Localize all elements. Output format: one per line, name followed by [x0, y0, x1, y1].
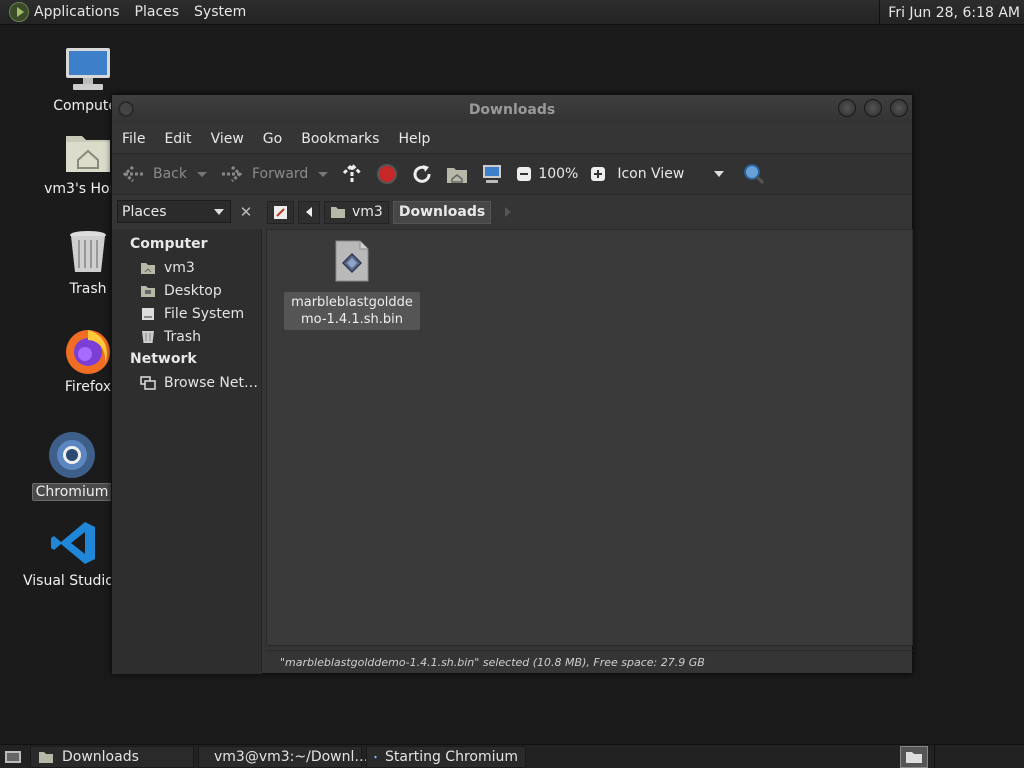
top-panel: Applications Places System Fri Jun 28, 6…: [0, 0, 1024, 25]
menu-bookmarks[interactable]: Bookmarks: [301, 131, 379, 147]
home-button[interactable]: [446, 164, 468, 184]
window-title: Downloads: [468, 101, 556, 118]
breadcrumb: vm3 Downloads: [267, 195, 512, 229]
window-menu-button[interactable]: [118, 101, 134, 117]
zoom-out-button[interactable]: [516, 166, 532, 182]
stop-button[interactable]: [376, 163, 398, 185]
sidebar-item-desktop[interactable]: Desktop: [112, 279, 261, 302]
stop-icon: [377, 164, 398, 184]
clock[interactable]: Fri Jun 28, 6:18 AM: [879, 0, 1024, 25]
status-bar: "marbleblastgolddemo-1.4.1.sh.bin" selec…: [266, 650, 913, 673]
menu-file[interactable]: File: [122, 131, 145, 147]
sidebar-item-browse-network[interactable]: Browse Net…: [112, 371, 261, 394]
computer-icon: [63, 45, 113, 95]
vscode-icon: [49, 520, 99, 570]
computer-button[interactable]: [481, 163, 503, 185]
trash-icon: [63, 228, 113, 278]
forward-button[interactable]: Forward: [220, 164, 329, 184]
sidebar-item-vm3[interactable]: vm3: [112, 256, 261, 279]
task-terminal[interactable]: vm3@vm3:~/Downl…: [198, 745, 368, 768]
file-view[interactable]: marbleblastgolddemo-1.4.1.sh.bin: [266, 229, 913, 646]
pane-header-row: Places ✕ vm3 Downloads: [112, 195, 912, 229]
menubar: File Edit View Go Bookmarks Help: [112, 124, 912, 153]
home-folder-icon: [331, 207, 345, 218]
drive-icon: [142, 307, 154, 320]
back-history-dropdown[interactable]: [197, 171, 207, 177]
chevron-down-icon: [214, 208, 224, 215]
folder-icon: [39, 751, 53, 763]
search-button[interactable]: [743, 163, 765, 185]
sidebar-item-file-system[interactable]: File System: [112, 302, 261, 325]
close-side-pane-button[interactable]: ✕: [235, 200, 257, 223]
maximize-button[interactable]: [864, 99, 882, 117]
close-icon: ✕: [239, 202, 253, 221]
toolbar: Back Forward 100% Icon View: [112, 153, 912, 195]
view-mode-select[interactable]: Icon View: [617, 166, 725, 182]
reload-icon: [413, 165, 431, 183]
trash-icon: [142, 330, 154, 343]
applications-menu[interactable]: Applications: [34, 4, 120, 20]
desktop-folder-icon: [141, 285, 155, 297]
task-downloads[interactable]: Downloads: [30, 745, 194, 768]
menu-help[interactable]: Help: [398, 131, 430, 147]
folder-icon: [906, 752, 922, 763]
close-button[interactable]: [890, 99, 908, 117]
search-icon: [744, 164, 765, 185]
menu-edit[interactable]: Edit: [164, 131, 191, 147]
task-chromium[interactable]: Starting Chromium: [366, 745, 526, 768]
chevron-down-icon: [714, 171, 725, 177]
computer-icon: [483, 165, 502, 183]
forward-arrow-icon: [222, 165, 243, 183]
system-menu[interactable]: System: [194, 4, 246, 20]
home-folder-icon: [63, 128, 113, 178]
zoom-out-icon: [517, 167, 532, 181]
breadcrumb-downloads[interactable]: Downloads: [392, 200, 492, 224]
window-titlebar[interactable]: Downloads: [112, 95, 912, 124]
executable-file-icon: [335, 240, 369, 282]
up-arrow-icon: [343, 163, 362, 183]
sidebar-heading-network: Network: [130, 351, 197, 367]
firefox-icon: [63, 326, 113, 376]
zoom-in-icon: [591, 167, 606, 181]
workspace-switcher[interactable]: [900, 746, 928, 768]
zoom-in-button[interactable]: [590, 166, 606, 182]
minimize-button[interactable]: [838, 99, 856, 117]
zoom-level[interactable]: 100%: [538, 166, 578, 182]
back-arrow-icon: [122, 165, 143, 183]
breadcrumb-scroll-left[interactable]: [298, 200, 320, 224]
reload-button[interactable]: [411, 163, 433, 185]
chevron-left-icon: [306, 207, 312, 217]
chromium-icon: [47, 430, 97, 480]
file-manager-window: Downloads File Edit View Go Bookmarks He…: [111, 94, 913, 674]
workspace-area[interactable]: [934, 745, 1024, 768]
menu-go[interactable]: Go: [263, 131, 282, 147]
file-item[interactable]: marbleblastgolddemo-1.4.1.sh.bin: [284, 240, 420, 330]
toggle-location-button[interactable]: [267, 200, 294, 224]
chromium-icon: [374, 755, 377, 758]
sidebar-item-trash[interactable]: Trash: [112, 325, 261, 348]
menu-view[interactable]: View: [211, 131, 244, 147]
places-menu[interactable]: Places: [135, 4, 180, 20]
side-pane-selector[interactable]: Places: [117, 200, 231, 223]
show-desktop-icon: [5, 750, 21, 763]
up-button[interactable]: [341, 163, 363, 185]
bottom-panel: Downloads vm3@vm3:~/Downl… Starting Chro…: [0, 744, 1024, 768]
back-button[interactable]: Back: [121, 164, 207, 184]
show-desktop-button[interactable]: [0, 745, 26, 768]
breadcrumb-vm3[interactable]: vm3: [324, 200, 389, 224]
edit-location-icon: [274, 205, 287, 219]
chevron-right-icon[interactable]: [505, 207, 512, 217]
home-folder-icon: [447, 168, 468, 183]
desktop-icon-chromium[interactable]: Chromium: [18, 430, 126, 501]
home-folder-icon: [141, 262, 155, 274]
file-name-label: marbleblastgolddemo-1.4.1.sh.bin: [284, 292, 420, 330]
network-icon: [140, 375, 156, 390]
sidebar-heading-computer: Computer: [130, 236, 208, 252]
menu-logo-icon[interactable]: [9, 2, 29, 22]
forward-history-dropdown[interactable]: [318, 171, 329, 177]
places-sidebar: Computer vm3 Desktop File System Trash N…: [112, 229, 262, 674]
